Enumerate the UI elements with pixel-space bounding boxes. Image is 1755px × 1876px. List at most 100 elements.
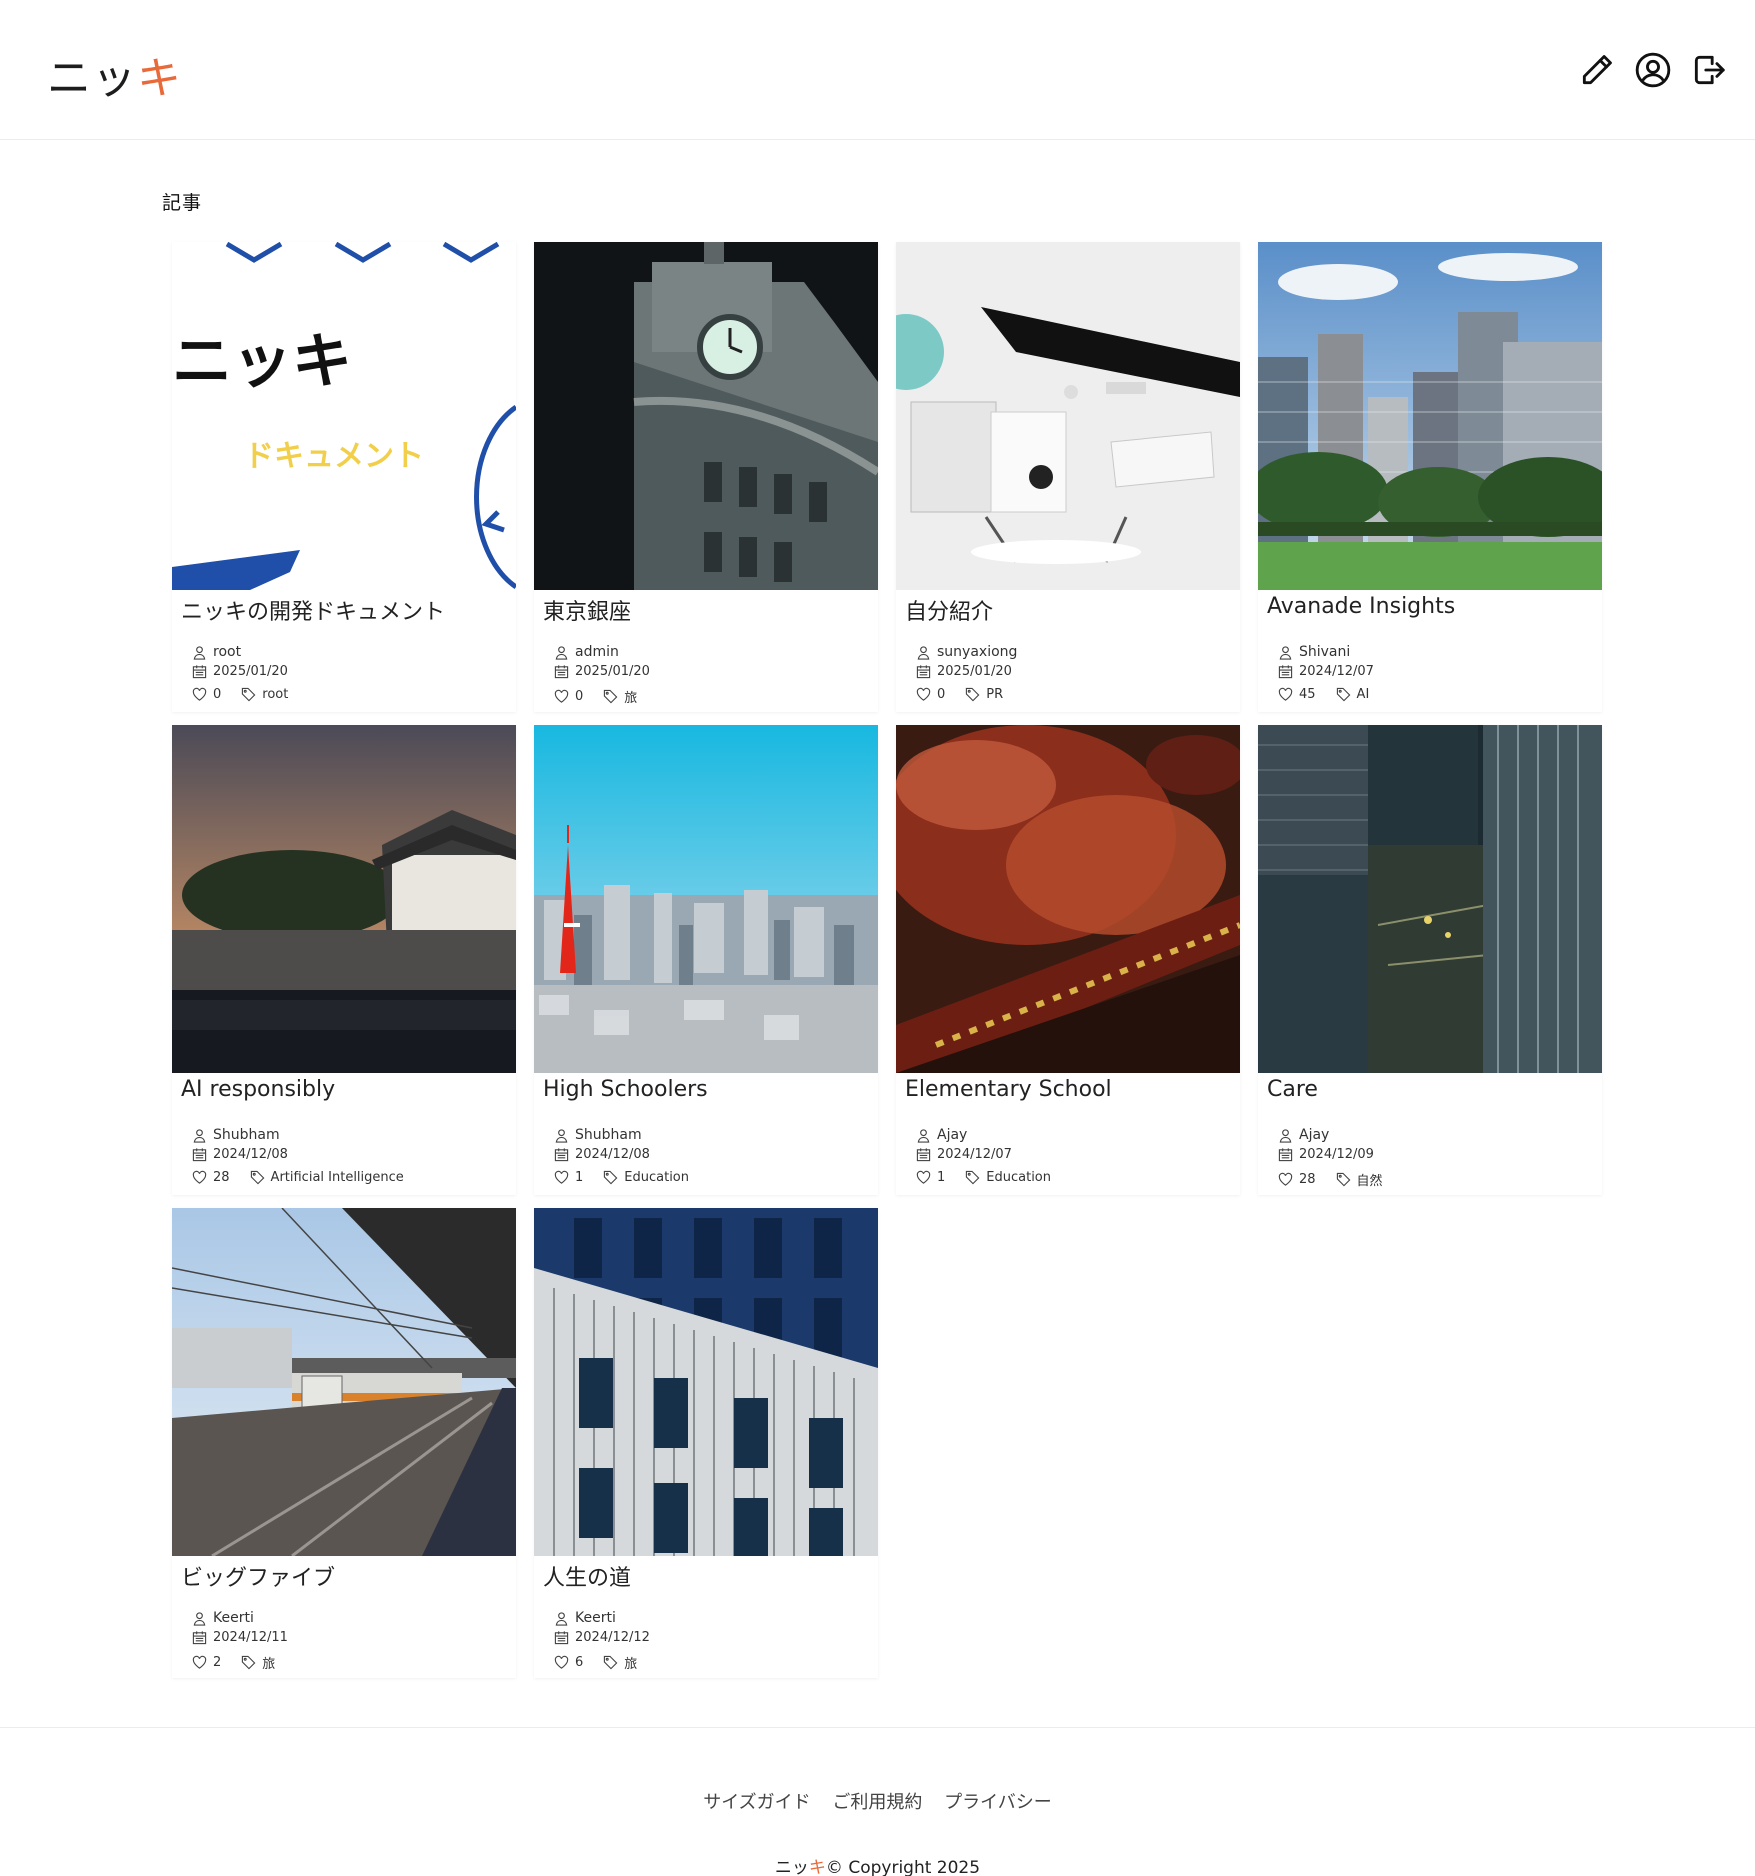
heart-icon[interactable] [916,687,931,702]
article-author: Keerti [554,1610,616,1626]
user-icon [555,1611,568,1626]
heart-icon[interactable] [192,687,207,702]
article-author: Ajay [916,1127,967,1143]
article-stats: 1 Education [554,1170,689,1185]
article-date: 2024/12/08 [554,1147,650,1162]
tag-icon [1336,687,1350,702]
article-stats: 0 PR [916,687,1003,702]
article-author: sunyaxiong [916,644,1017,660]
article-stats: 1 Education [916,1170,1051,1185]
calendar-icon [554,1148,569,1162]
user-icon [917,645,930,660]
user-icon [193,645,206,660]
heart-icon[interactable] [1278,687,1293,702]
article-tag[interactable]: 自然 [1357,1170,1383,1189]
footer-link-terms[interactable]: ご利用規約 [832,1792,922,1813]
article-tag[interactable]: 旅 [624,1653,637,1672]
calendar-icon [1278,665,1293,679]
heart-icon[interactable] [1278,1172,1293,1187]
heart-icon[interactable] [192,1170,207,1185]
article-tag[interactable]: Education [624,1170,689,1185]
article-author: Keerti [192,1610,254,1626]
copyright-logo-text: ニッ [774,1858,809,1876]
article-date: 2025/01/20 [554,664,650,679]
heart-icon[interactable] [554,689,569,704]
article-card[interactable]: AI responsibly Shubham 2024/12/08 28 Art… [172,725,516,1195]
article-card[interactable]: High Schoolers Shubham 2024/12/08 1 Educ… [534,725,878,1195]
account-button[interactable] [1631,48,1675,92]
calendar-icon [554,665,569,679]
heart-icon[interactable] [192,1655,207,1670]
article-stats: 28 自然 [1278,1170,1383,1189]
article-tag[interactable]: 旅 [624,687,637,706]
article-card[interactable]: ニッキ ドキュメント ニッキの開発ドキュメント root 2025/01/20 … [172,242,516,712]
footer-link-size-guide[interactable]: サイズガイド [703,1792,810,1813]
article-card[interactable]: Avanade Insights Shivani 2024/12/07 45 A… [1258,242,1602,712]
site-header: ニッキ [0,0,1755,140]
tag-icon [604,689,618,704]
article-card[interactable]: Elementary School Ajay 2024/12/07 1 Educ… [896,725,1240,1195]
heart-icon[interactable] [916,1170,931,1185]
user-icon [1279,645,1292,660]
calendar-icon [554,1631,569,1645]
article-card[interactable]: Care Ajay 2024/12/09 28 自然 [1258,725,1602,1195]
tag-icon [604,1655,618,1670]
user-icon [1279,1128,1292,1143]
article-tag[interactable]: Education [986,1170,1051,1185]
user-icon [555,645,568,660]
article-tag[interactable]: root [262,687,288,702]
article-stats: 0 旅 [554,687,637,706]
logout-button[interactable] [1687,48,1731,92]
article-thumbnail [1258,242,1602,590]
article-tag[interactable]: Artificial Intelligence [271,1170,404,1185]
article-author: Shubham [554,1127,642,1143]
article-author: Shivani [1278,644,1350,660]
article-title[interactable]: AI responsibly [181,1077,335,1102]
article-card[interactable]: 人生の道 Keerti 2024/12/12 6 旅 [534,1208,878,1678]
article-title[interactable]: Avanade Insights [1267,594,1455,619]
logo-text: ニッ [47,53,137,104]
article-title[interactable]: ニッキの開発ドキュメント [181,594,445,626]
user-icon [193,1611,206,1626]
tag-icon [966,1170,980,1185]
article-title[interactable]: 人生の道 [543,1560,631,1592]
article-title[interactable]: Elementary School [905,1077,1112,1102]
copyright-text: © Copyright 2025 [825,1858,981,1876]
copyright-logo-accent: キ [808,1858,826,1876]
article-card[interactable]: 自分紹介 sunyaxiong 2025/01/20 0 PR [896,242,1240,712]
write-article-button[interactable] [1575,48,1619,92]
heart-icon[interactable] [554,1170,569,1185]
article-title[interactable]: High Schoolers [543,1077,708,1102]
article-title[interactable]: ビッグファイブ [181,1560,335,1592]
article-author: admin [554,644,619,660]
article-tag[interactable]: AI [1357,687,1370,702]
footer-links: サイズガイド ご利用規約 プライバシー [0,1788,1755,1814]
article-stats: 6 旅 [554,1653,637,1672]
like-count: 1 [575,1170,584,1185]
article-title[interactable]: Care [1267,1077,1318,1102]
article-stats: 2 旅 [192,1653,275,1672]
article-author: Ajay [1278,1127,1329,1143]
article-tag[interactable]: 旅 [262,1653,275,1672]
article-card[interactable]: 東京銀座 admin 2025/01/20 0 旅 [534,242,878,712]
like-count: 28 [1299,1172,1316,1187]
article-title[interactable]: 東京銀座 [543,594,631,626]
logo-accent-text: キ [137,53,182,104]
article-stats: 45 AI [1278,687,1369,702]
article-title[interactable]: 自分紹介 [905,594,993,626]
calendar-icon [192,665,207,679]
tag-icon [604,1170,618,1185]
like-count: 2 [213,1655,222,1670]
article-date: 2024/12/12 [554,1630,650,1645]
article-tag[interactable]: PR [986,687,1003,702]
like-count: 6 [575,1655,584,1670]
footer-link-privacy[interactable]: プライバシー [944,1792,1052,1813]
like-count: 0 [575,689,584,704]
site-logo[interactable]: ニッキ [47,42,182,106]
heart-icon[interactable] [554,1655,569,1670]
like-count: 0 [213,687,222,702]
article-date: 2024/12/09 [1278,1147,1374,1162]
article-thumbnail [534,1208,878,1556]
article-date: 2024/12/11 [192,1630,288,1645]
article-card[interactable]: ビッグファイブ Keerti 2024/12/11 2 旅 [172,1208,516,1678]
